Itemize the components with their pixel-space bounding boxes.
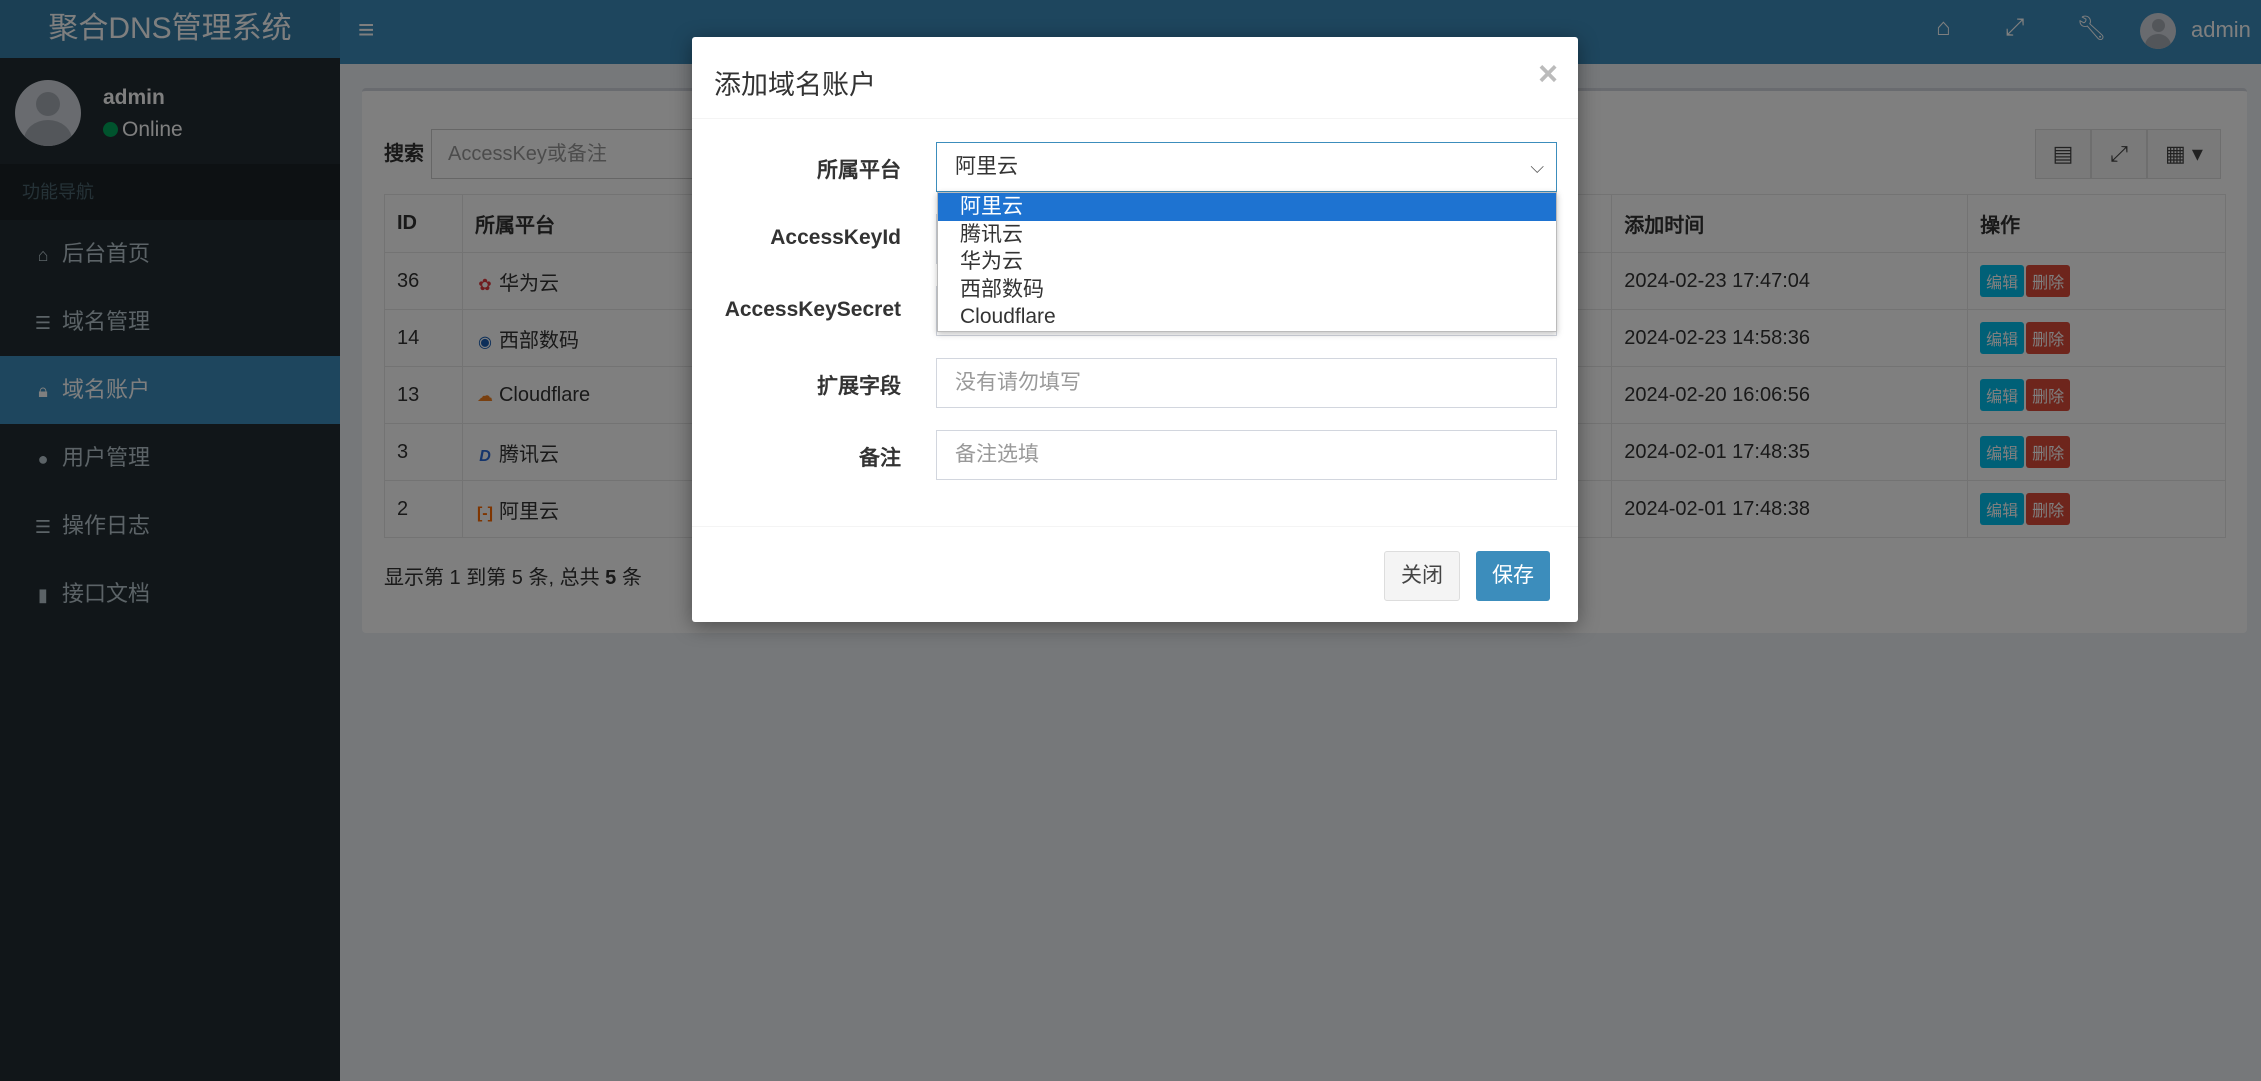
dropdown-option[interactable]: 腾讯云	[938, 221, 1556, 249]
platform-dropdown: 阿里云 腾讯云 华为云 西部数码 Cloudflare	[937, 192, 1557, 332]
close-icon[interactable]: ×	[1538, 55, 1558, 94]
extension-row: 扩展字段 没有请勿填写	[692, 358, 1578, 408]
platform-label: 所属平台	[817, 159, 901, 182]
close-button[interactable]: 关闭	[1384, 551, 1460, 601]
accesskeysecret-label: AccessKeySecret	[724, 298, 901, 321]
add-account-modal: 添加域名账户 × 所属平台 阿里云 ⌵ AccessKeyId AccessKey…	[692, 37, 1578, 622]
dropdown-option[interactable]: 华为云	[938, 248, 1556, 276]
extension-label: 扩展字段	[817, 375, 901, 398]
platform-select[interactable]: 阿里云 ⌵	[936, 142, 1557, 192]
remark-label: 备注	[859, 447, 901, 470]
modal-title: 添加域名账户	[714, 70, 876, 100]
modal-footer: 关闭 保存	[692, 526, 1578, 622]
platform-row: 所属平台 阿里云 ⌵	[692, 142, 1578, 192]
accesskeyid-label: AccessKeyId	[770, 226, 901, 249]
extension-input[interactable]: 没有请勿填写	[936, 358, 1557, 408]
save-button[interactable]: 保存	[1476, 551, 1550, 601]
dropdown-option[interactable]: Cloudflare	[938, 303, 1556, 331]
remark-row: 备注 备注选填	[692, 430, 1578, 480]
chevron-down-icon: ⌵	[1530, 157, 1544, 177]
dropdown-option[interactable]: 西部数码	[938, 276, 1556, 304]
dropdown-option[interactable]: 阿里云	[938, 193, 1556, 221]
modal-header: 添加域名账户 ×	[692, 37, 1578, 119]
remark-input[interactable]: 备注选填	[936, 430, 1557, 480]
